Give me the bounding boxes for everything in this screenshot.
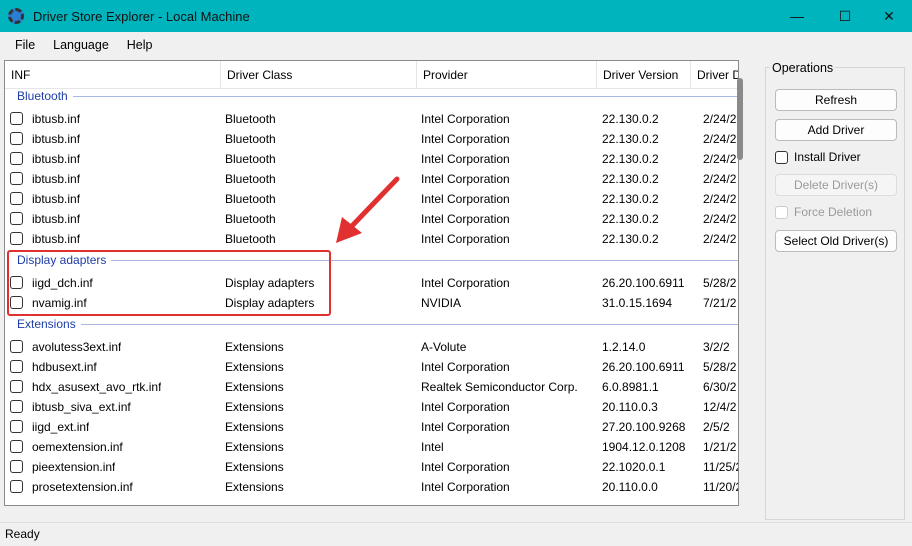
select-old-drivers-button[interactable]: Select Old Driver(s): [775, 230, 897, 252]
checkbox-box[interactable]: [775, 150, 788, 164]
delete-driver-button[interactable]: Delete Driver(s): [775, 174, 897, 196]
force-deletion-label: Force Deletion: [794, 205, 873, 219]
checkbox-box[interactable]: [775, 205, 788, 219]
force-deletion-checkbox[interactable]: Force Deletion: [775, 205, 872, 219]
operations-label: Operations: [770, 61, 836, 75]
install-driver-label: Install Driver: [794, 150, 861, 164]
status-bar: Ready: [0, 522, 912, 546]
status-text: Ready: [5, 527, 40, 541]
add-driver-button[interactable]: Add Driver: [775, 119, 897, 141]
refresh-button[interactable]: Refresh: [775, 89, 897, 111]
install-driver-checkbox[interactable]: Install Driver: [775, 150, 861, 164]
